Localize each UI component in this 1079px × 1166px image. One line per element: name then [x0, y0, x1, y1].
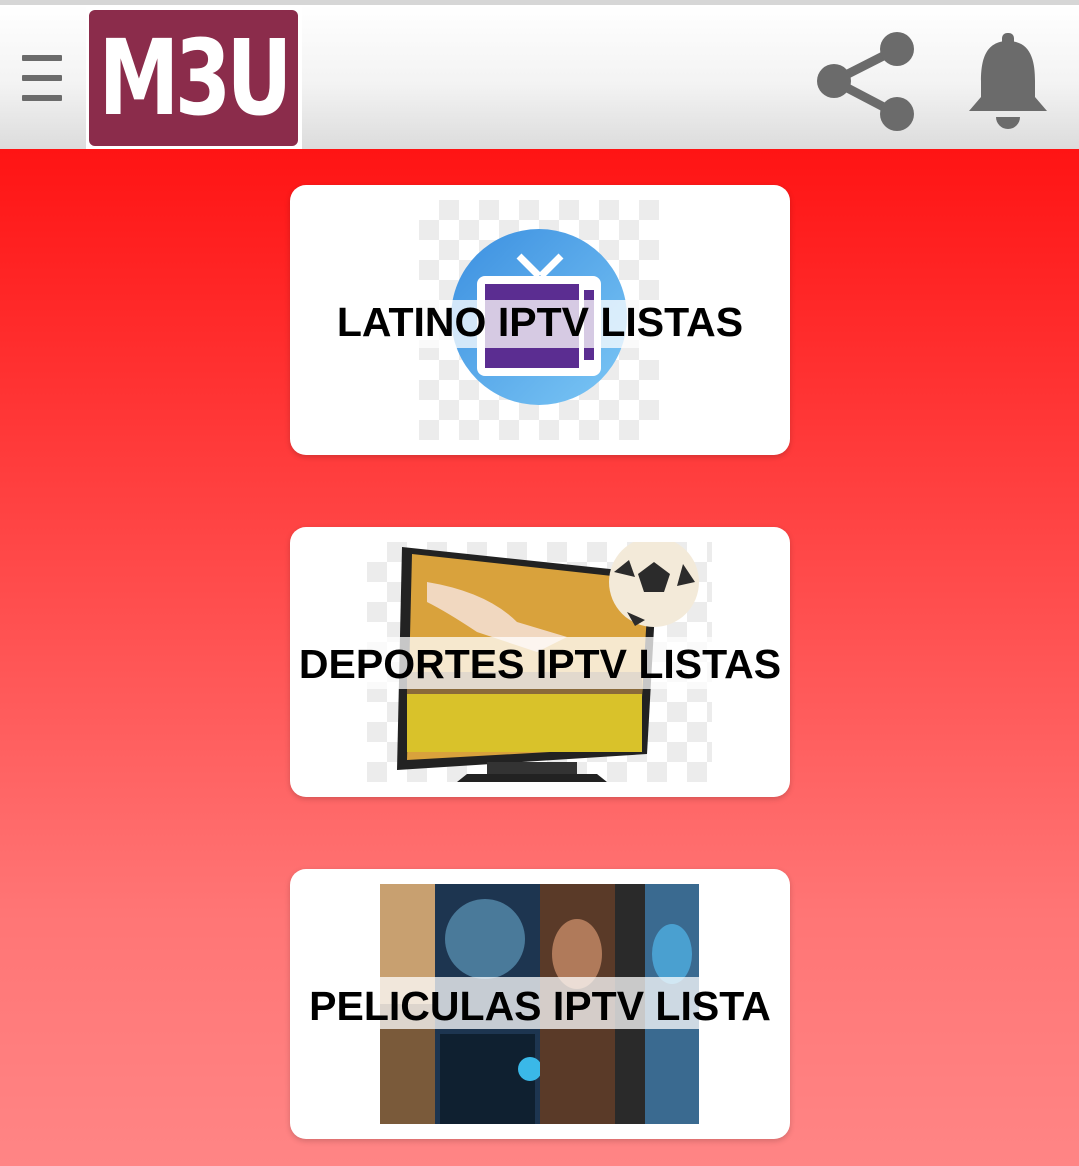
card-label: DEPORTES IPTV LISTAS [298, 641, 782, 687]
hamburger-menu-icon[interactable] [22, 55, 62, 105]
card-label: PELICULAS IPTV LISTA [309, 983, 771, 1029]
main-content: LATINO IPTV LISTAS DEPORTES IPTV LISTAS [0, 149, 1079, 1166]
logo-container: M3U [86, 5, 302, 150]
card-deportes[interactable]: DEPORTES IPTV LISTAS [290, 527, 790, 797]
logo-text: M3U [98, 17, 293, 139]
app-logo[interactable]: M3U [89, 10, 298, 146]
card-peliculas[interactable]: PELICULAS IPTV LISTA [290, 869, 790, 1139]
bell-icon[interactable] [965, 31, 1051, 131]
card-latino[interactable]: LATINO IPTV LISTAS [290, 185, 790, 455]
share-icon[interactable] [812, 29, 916, 133]
card-label: LATINO IPTV LISTAS [336, 299, 744, 345]
